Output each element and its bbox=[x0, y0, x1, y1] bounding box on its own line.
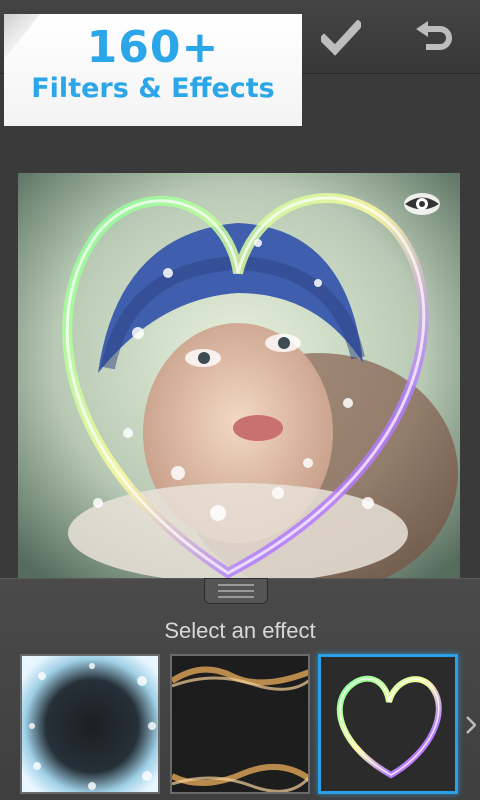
undo-arrow-icon bbox=[416, 21, 452, 50]
photo-preview[interactable] bbox=[18, 173, 460, 581]
eye-icon bbox=[404, 193, 440, 215]
select-effect-label: Select an effect bbox=[164, 618, 316, 643]
scroll-next-button[interactable] bbox=[464, 714, 478, 736]
handle-grip bbox=[218, 596, 254, 598]
light-heart-preview bbox=[321, 657, 455, 791]
effect-thumbnail-light-heart[interactable] bbox=[318, 654, 458, 794]
checkmark-icon bbox=[321, 20, 361, 56]
handle-grip bbox=[218, 584, 254, 586]
effect-thumbnail-frost[interactable] bbox=[20, 654, 160, 794]
effect-thumbnail-smoke[interactable] bbox=[170, 654, 310, 794]
promo-headline: 160+ bbox=[86, 22, 220, 73]
panel-drag-handle[interactable] bbox=[204, 578, 268, 604]
chevron-right-icon bbox=[466, 716, 476, 734]
smoke-frame-preview bbox=[172, 656, 308, 792]
frost-frame-preview bbox=[22, 656, 158, 792]
photo-image bbox=[18, 173, 460, 581]
confirm-button[interactable] bbox=[315, 12, 367, 64]
compare-toggle-button[interactable] bbox=[400, 182, 444, 226]
promo-subline: Filters & Effects bbox=[31, 73, 275, 104]
undo-button[interactable] bbox=[408, 12, 460, 64]
handle-grip bbox=[218, 590, 254, 592]
